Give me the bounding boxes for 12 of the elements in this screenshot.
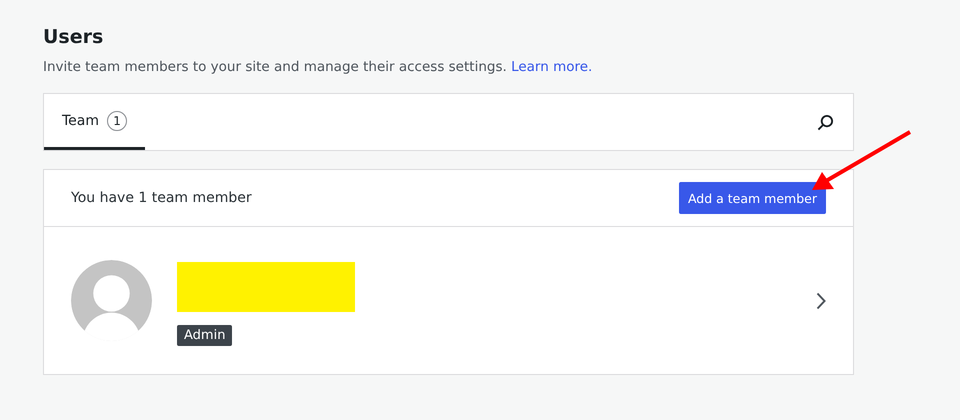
add-member-button[interactable]: Add a team member [678, 182, 826, 214]
member-row[interactable]: Admin [44, 227, 853, 374]
count-badge: 1 [107, 110, 128, 130]
page-title: Users [43, 25, 104, 50]
team-summary: You have 1 team member [71, 190, 252, 206]
learn-more-link[interactable]: Learn more. [511, 59, 592, 75]
avatar-icon [71, 260, 152, 341]
page-description: Invite team members to your site and manage their access settings. Learn more. [43, 58, 594, 77]
team-tab[interactable]: Team 1 [44, 94, 146, 150]
role-badge: Admin [177, 324, 232, 346]
chevron-right-icon[interactable] [816, 292, 826, 310]
search-icon[interactable] [817, 114, 834, 130]
